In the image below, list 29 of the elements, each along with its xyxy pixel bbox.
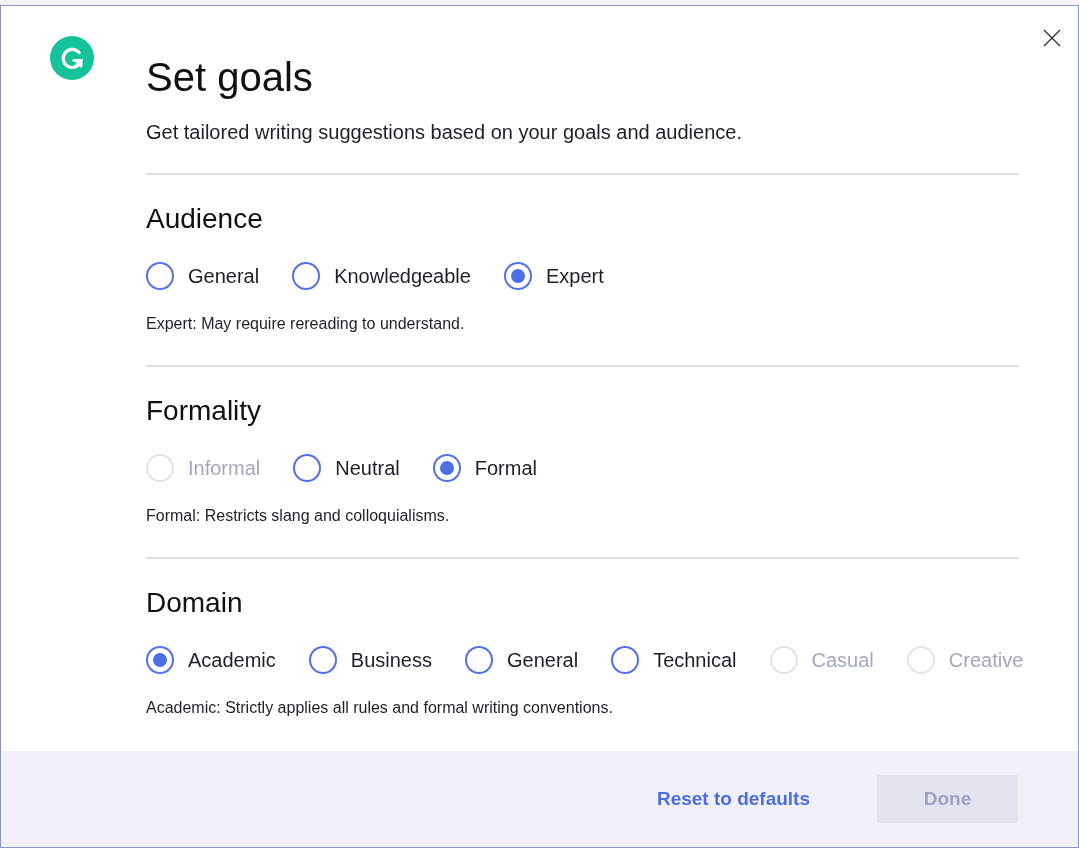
dialog-subtitle: Get tailored writing suggestions based on your goals and audience.	[146, 120, 742, 144]
section-heading: Formality	[146, 394, 262, 428]
reset-to-defaults-link[interactable]: Reset to defaults	[656, 788, 810, 810]
radio-label[interactable]: General	[506, 648, 579, 672]
radio-button[interactable]	[464, 646, 493, 674]
radio-button[interactable]	[146, 646, 174, 674]
radio-label[interactable]: Academic	[188, 648, 276, 672]
option-description: Expert: May require rereading to understand.	[146, 314, 465, 334]
radio-label[interactable]: Expert	[545, 264, 604, 288]
radio-label[interactable]: Formal	[474, 456, 537, 480]
option-description: Formal: Restricts slang and colloquialisms.	[146, 506, 450, 526]
section-heading: Audience	[146, 202, 263, 236]
radio-button[interactable]	[611, 646, 640, 674]
close-icon[interactable]	[1043, 29, 1061, 47]
logo-icon	[50, 36, 94, 80]
radio-button[interactable]	[432, 454, 461, 482]
radio-button[interactable]	[293, 454, 322, 482]
radio-label[interactable]: Neutral	[335, 456, 400, 480]
option-description: Academic: Strictly applies all rules and formal writing conventions.	[146, 698, 613, 718]
section-heading: Domain	[146, 586, 243, 620]
radio-button[interactable]	[292, 262, 321, 290]
radio-label[interactable]: Business	[350, 648, 432, 672]
radio-button[interactable]	[308, 646, 337, 674]
radio-label[interactable]: Technical	[653, 648, 737, 672]
dialog-title: Set goals	[146, 54, 313, 101]
radio-button[interactable]	[146, 262, 174, 290]
radio-button[interactable]	[503, 262, 532, 290]
radio-label[interactable]: General	[188, 264, 260, 288]
radio-label[interactable]: Knowledgeable	[334, 264, 471, 288]
